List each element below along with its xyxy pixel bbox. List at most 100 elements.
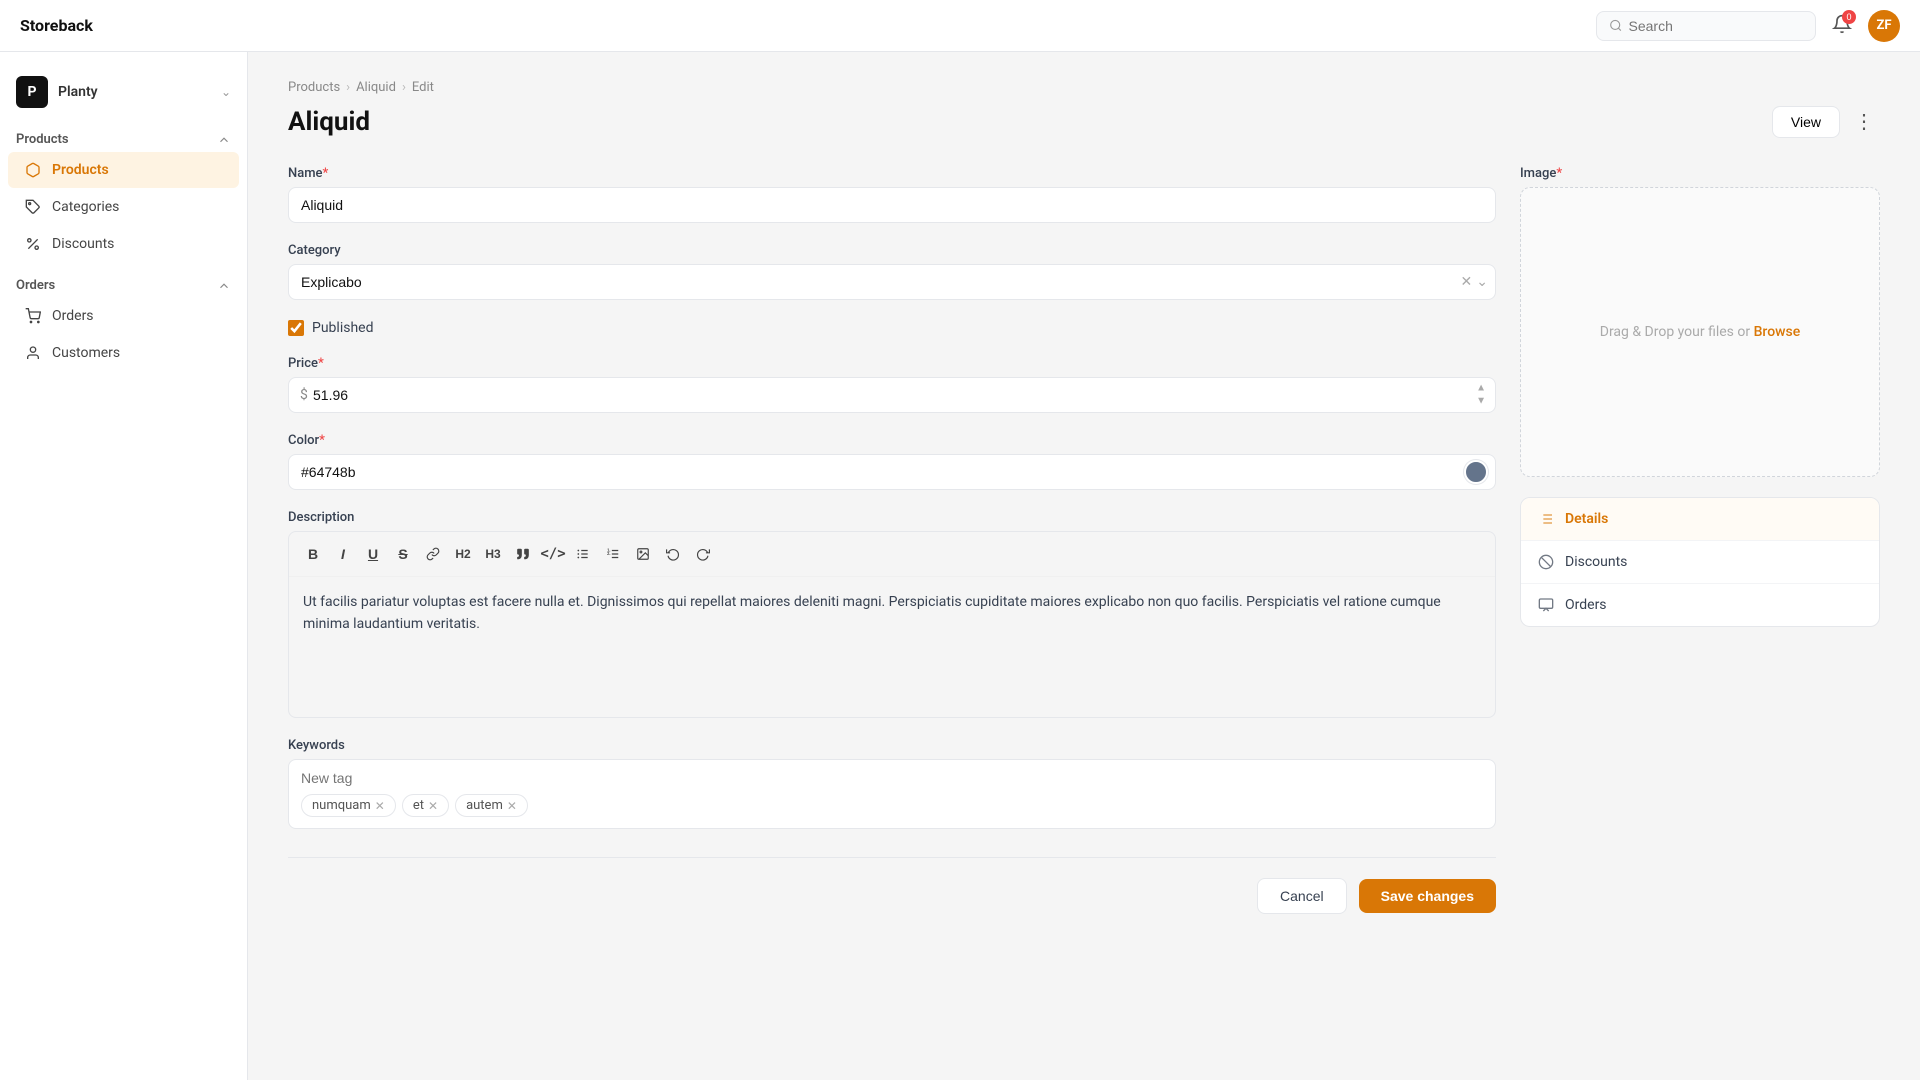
- name-label: Name*: [288, 166, 1496, 181]
- breadcrumb-sep-2: ›: [402, 80, 406, 95]
- search-input[interactable]: [1629, 18, 1804, 34]
- keywords-input[interactable]: [301, 770, 1483, 786]
- italic-button[interactable]: I: [329, 540, 357, 568]
- view-button[interactable]: View: [1772, 106, 1840, 138]
- search-icon: [1609, 18, 1623, 33]
- tag-remove-et[interactable]: ✕: [428, 800, 438, 812]
- ordered-list-button[interactable]: 1.2.: [599, 540, 627, 568]
- price-field-row: Price* $ ▲ ▼: [288, 356, 1496, 413]
- undo-button[interactable]: [659, 540, 687, 568]
- sidebar-section-header-orders[interactable]: Orders: [0, 270, 247, 297]
- redo-button[interactable]: [689, 540, 717, 568]
- store-name: Planty: [58, 84, 98, 100]
- right-detail-panel: Details Discounts Orders: [1520, 497, 1880, 627]
- breadcrumb-aliquid[interactable]: Aliquid: [356, 80, 396, 95]
- orders-panel-icon: [1537, 596, 1555, 614]
- code-button[interactable]: </>: [539, 540, 567, 568]
- tag-autem: autem ✕: [455, 794, 528, 817]
- image-label: Image*: [1520, 166, 1880, 181]
- tag-numquam: numquam ✕: [301, 794, 396, 817]
- price-wrap: $ ▲ ▼: [288, 377, 1496, 413]
- cart-icon: [24, 307, 42, 325]
- topnav: Storeback 0 ZF: [0, 0, 1920, 52]
- sidebar-item-products-label: Products: [52, 162, 109, 178]
- link-button[interactable]: [419, 540, 447, 568]
- page-header: Aliquid View ⋮: [288, 105, 1880, 138]
- save-changes-button[interactable]: Save changes: [1359, 879, 1496, 913]
- h3-button[interactable]: H3: [479, 540, 507, 568]
- tag-remove-autem[interactable]: ✕: [507, 800, 517, 812]
- sidebar-section-label-products: Products: [16, 132, 69, 147]
- sidebar-section-products: Products Products Categories Discounts: [0, 124, 247, 262]
- name-input[interactable]: [288, 187, 1496, 223]
- color-swatch[interactable]: [1464, 460, 1488, 484]
- published-label[interactable]: Published: [312, 320, 373, 336]
- sidebar-item-products[interactable]: Products: [8, 152, 239, 188]
- description-editor[interactable]: Ut facilis pariatur voluptas est facere …: [289, 577, 1495, 717]
- image-field-row: Image* Drag & Drop your files or Browse: [1520, 166, 1880, 477]
- breadcrumb: Products › Aliquid › Edit: [288, 80, 1880, 95]
- panel-item-discounts-label: Discounts: [1565, 554, 1627, 570]
- strikethrough-button[interactable]: S: [389, 540, 417, 568]
- panel-item-discounts[interactable]: Discounts: [1521, 541, 1879, 584]
- category-select[interactable]: Explicabo: [288, 264, 1496, 300]
- description-field-row: Description B I U S H2 H3: [288, 510, 1496, 718]
- panel-item-orders-label: Orders: [1565, 597, 1607, 613]
- h2-button[interactable]: H2: [449, 540, 477, 568]
- sidebar-item-customers-label: Customers: [52, 345, 120, 361]
- more-options-button[interactable]: ⋮: [1848, 105, 1880, 138]
- price-up-button[interactable]: ▲: [1474, 383, 1488, 395]
- search-box: [1596, 11, 1816, 41]
- editor-toolbar: B I U S H2 H3 </>: [289, 532, 1495, 577]
- store-selector[interactable]: P Planty ⌄: [0, 68, 247, 124]
- tags-row: numquam ✕ et ✕ autem ✕: [301, 794, 1483, 817]
- underline-button[interactable]: U: [359, 540, 387, 568]
- breadcrumb-sep-1: ›: [346, 80, 350, 95]
- bullet-list-button[interactable]: [569, 540, 597, 568]
- color-input[interactable]: [288, 454, 1496, 490]
- breadcrumb-products[interactable]: Products: [288, 80, 340, 95]
- chevron-up-icon-orders: [217, 279, 231, 293]
- svg-text:2.: 2.: [607, 551, 610, 556]
- image-upload-text: Drag & Drop your files or Browse: [1600, 324, 1801, 340]
- sidebar-item-orders[interactable]: Orders: [8, 298, 239, 334]
- person-icon: [24, 344, 42, 362]
- panel-item-details[interactable]: Details: [1521, 498, 1879, 541]
- sidebar-item-customers[interactable]: Customers: [8, 335, 239, 371]
- layout: P Planty ⌄ Products Products Categori: [0, 52, 1920, 1080]
- main-content: Products › Aliquid › Edit Aliquid View ⋮…: [248, 52, 1920, 1080]
- tag-label-autem: autem: [466, 798, 503, 813]
- tag-label-numquam: numquam: [312, 798, 371, 813]
- list-icon: [1537, 510, 1555, 528]
- avatar: ZF: [1868, 10, 1900, 42]
- panel-item-details-label: Details: [1565, 511, 1608, 527]
- sidebar-item-discounts-label: Discounts: [52, 236, 114, 252]
- notifications-button[interactable]: 0: [1828, 10, 1856, 41]
- price-input[interactable]: [288, 377, 1496, 413]
- bold-button[interactable]: B: [299, 540, 327, 568]
- keywords-wrap: numquam ✕ et ✕ autem ✕: [288, 759, 1496, 829]
- keywords-label: Keywords: [288, 738, 1496, 753]
- form-layout: Name* Category Explicabo ✕ ⌄: [288, 166, 1880, 914]
- tag-remove-numquam[interactable]: ✕: [375, 800, 385, 812]
- quote-button[interactable]: [509, 540, 537, 568]
- sidebar-item-discounts[interactable]: Discounts: [8, 226, 239, 262]
- tag-icon: [24, 198, 42, 216]
- browse-link[interactable]: Browse: [1754, 324, 1801, 340]
- image-button[interactable]: [629, 540, 657, 568]
- price-down-button[interactable]: ▼: [1474, 396, 1488, 408]
- keywords-field-row: Keywords numquam ✕ et ✕: [288, 738, 1496, 829]
- form-footer: Cancel Save changes: [288, 857, 1496, 914]
- sidebar-item-orders-label: Orders: [52, 308, 94, 324]
- cancel-button[interactable]: Cancel: [1257, 878, 1347, 914]
- image-upload-area[interactable]: Drag & Drop your files or Browse: [1520, 187, 1880, 477]
- form-left: Name* Category Explicabo ✕ ⌄: [288, 166, 1496, 914]
- panel-item-orders[interactable]: Orders: [1521, 584, 1879, 626]
- sidebar-item-categories[interactable]: Categories: [8, 189, 239, 225]
- published-checkbox[interactable]: [288, 320, 304, 336]
- sidebar-item-categories-label: Categories: [52, 199, 119, 215]
- sidebar-section-header-products[interactable]: Products: [0, 124, 247, 151]
- discount-icon: [1537, 553, 1555, 571]
- store-icon: P: [16, 76, 48, 108]
- form-right: Image* Drag & Drop your files or Browse …: [1520, 166, 1880, 914]
